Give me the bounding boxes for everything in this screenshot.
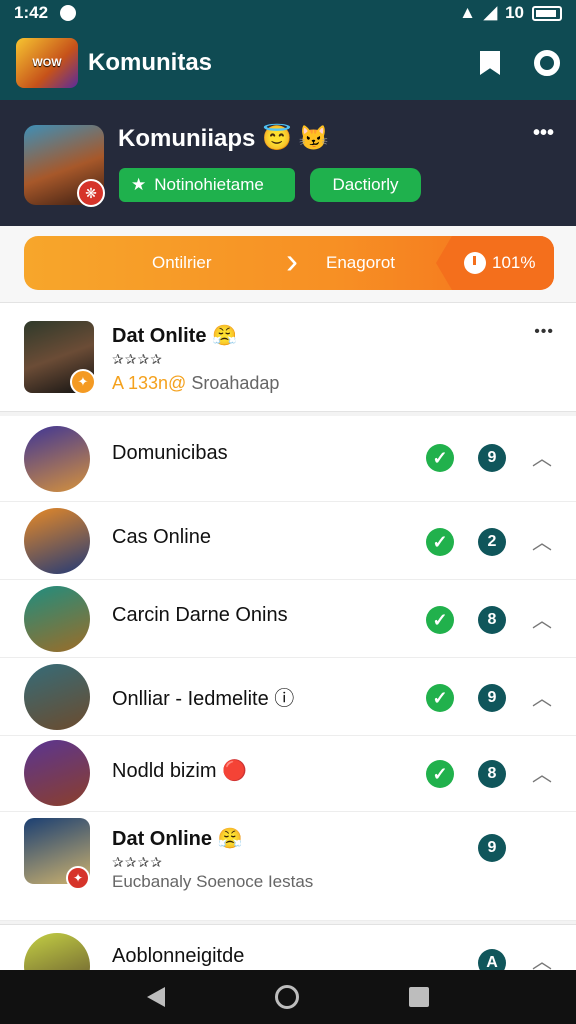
- star-icon: ★: [131, 175, 147, 194]
- bookmark-icon[interactable]: [480, 51, 500, 75]
- featured-name: Dat Onlite 😤: [112, 325, 237, 347]
- clock-icon: [464, 252, 486, 274]
- list-item-avatar: [24, 508, 90, 574]
- notification-button[interactable]: ★ Notinohietame: [119, 168, 295, 202]
- featured-meta-number: A 133n@: [112, 373, 187, 393]
- list-item[interactable]: Cas Online ✓ 2 ︿: [0, 502, 576, 580]
- app-bar: WOW Komunitas: [0, 26, 576, 100]
- chevron-up-icon[interactable]: ︿: [532, 945, 552, 970]
- gear-icon[interactable]: [534, 50, 560, 76]
- list-item-count: 8: [478, 760, 506, 788]
- status-right: ▲ ◢ 10: [459, 3, 562, 23]
- list-item-count: 9: [478, 684, 506, 712]
- recents-icon[interactable]: [409, 987, 429, 1007]
- chevron-up-icon[interactable]: ︿: [532, 526, 552, 555]
- community-title: Komuniiaps 😇 😼: [118, 124, 328, 153]
- status-bar: 1:42 ▲ ◢ 10: [0, 0, 576, 26]
- chevron-up-icon[interactable]: ︿: [532, 682, 552, 711]
- community-header: ❋ Komuniiaps 😇 😼 ••• ★ Notinohietame Dac…: [0, 100, 576, 226]
- list-item-name: Cas Online: [112, 526, 211, 548]
- list-item-name: Dat Online 😤: [112, 828, 243, 850]
- list-item-subtitle: Eucbanaly Soenoce Iestas: [112, 872, 314, 891]
- check-icon: ✓: [426, 444, 454, 472]
- list-item-count: 9: [478, 444, 506, 472]
- signal-icon: ◢: [484, 3, 498, 22]
- progress-bar[interactable]: Ontilrier › Enagorot 101%: [24, 236, 554, 290]
- check-icon: ✓: [426, 760, 454, 788]
- list-item-avatar: [24, 933, 90, 970]
- chevron-right-icon: ›: [286, 240, 298, 281]
- progress-right-group: 101%: [464, 252, 535, 274]
- list-item-count: 9: [478, 834, 506, 862]
- list-item-count: A: [478, 949, 506, 970]
- app-logo[interactable]: WOW: [16, 38, 78, 88]
- featured-stars: ✰✰✰✰: [112, 351, 163, 367]
- featured-badge-icon: ✦: [70, 369, 96, 395]
- check-icon: ✓: [426, 606, 454, 634]
- progress-left-label: Ontilrier: [152, 253, 212, 272]
- page-title: Komunitas: [88, 49, 213, 76]
- list-item[interactable]: ✦ Dat Online 😤 ✰✰✰✰ Eucbanaly Soenoce Ie…: [0, 812, 576, 921]
- clock-text: 1:42: [14, 3, 49, 22]
- featured-meta-text: Sroahadap: [191, 373, 280, 393]
- progress-right-label: 101%: [492, 253, 536, 272]
- notification-icon: [60, 5, 77, 21]
- progress-middle-label: Enagorot: [326, 253, 395, 272]
- list-item[interactable]: Carcin Darne Onins ✓ 8 ︿: [0, 580, 576, 658]
- logo-text: WOW: [32, 57, 62, 69]
- list-item-stars: ✰✰✰✰: [112, 854, 163, 870]
- list-item-name: Aoblonneigitde: [112, 945, 245, 967]
- featured-item[interactable]: ✦ Dat Onlite 😤 ✰✰✰✰ A 133n@ Sroahadap ••…: [0, 302, 576, 412]
- check-icon: ✓: [426, 528, 454, 556]
- list-item-avatar: [24, 586, 90, 652]
- list-item-avatar: [24, 664, 90, 730]
- community-title-emoji: 😇 😼: [262, 125, 329, 152]
- progress-section: Ontilrier › Enagorot 101%: [0, 226, 576, 302]
- list-item-avatar: [24, 426, 90, 492]
- list-item-avatar: [24, 740, 90, 806]
- list-item[interactable]: Domunicibas ✓ 9 ︿: [0, 416, 576, 502]
- chevron-up-icon[interactable]: ︿: [532, 442, 552, 471]
- notification-button-label: Notinohietame: [154, 175, 264, 194]
- list-item-name: Nodld bizim 🔴: [112, 760, 247, 782]
- battery-text: 10: [505, 3, 524, 22]
- list-item-count: 8: [478, 606, 506, 634]
- featured-meta: A 133n@ Sroahadap: [112, 373, 279, 394]
- list-item-count: 2: [478, 528, 506, 556]
- chevron-up-icon[interactable]: ︿: [532, 758, 552, 787]
- community-title-text: Komuniiaps: [118, 125, 256, 152]
- battery-icon: [532, 5, 562, 21]
- more-options-icon[interactable]: •••: [533, 122, 554, 145]
- community-badge-icon: ❋: [77, 179, 105, 207]
- list-item[interactable]: Onlliar - Iedmelite ⓘ ✓ 9 ︿: [0, 658, 576, 736]
- home-icon[interactable]: [275, 985, 299, 1009]
- list-item[interactable]: Nodld bizim 🔴 ✓ 8 ︿: [0, 736, 576, 812]
- app-bar-actions: [480, 50, 560, 76]
- list-item-badge-icon: ✦: [66, 866, 90, 890]
- list-item-cutoff[interactable]: Aoblonneigitde A ︿: [0, 924, 576, 970]
- list-item-name: Domunicibas: [112, 442, 228, 464]
- check-icon: ✓: [426, 684, 454, 712]
- system-nav-bar: [0, 970, 576, 1024]
- directory-button[interactable]: Dactiorly: [310, 168, 421, 202]
- featured-more-icon[interactable]: •••: [534, 323, 554, 341]
- list-item-name: Onlliar - Iedmelite ⓘ: [112, 688, 295, 710]
- wifi-icon: ▲: [459, 3, 476, 22]
- chevron-up-icon[interactable]: ︿: [532, 604, 552, 633]
- directory-button-label: Dactiorly: [332, 175, 399, 194]
- back-icon[interactable]: [147, 987, 165, 1007]
- list-item-name: Carcin Darne Onins: [112, 604, 288, 626]
- community-list: Domunicibas ✓ 9 ︿ Cas Online ✓ 2 ︿ Carci…: [0, 416, 576, 921]
